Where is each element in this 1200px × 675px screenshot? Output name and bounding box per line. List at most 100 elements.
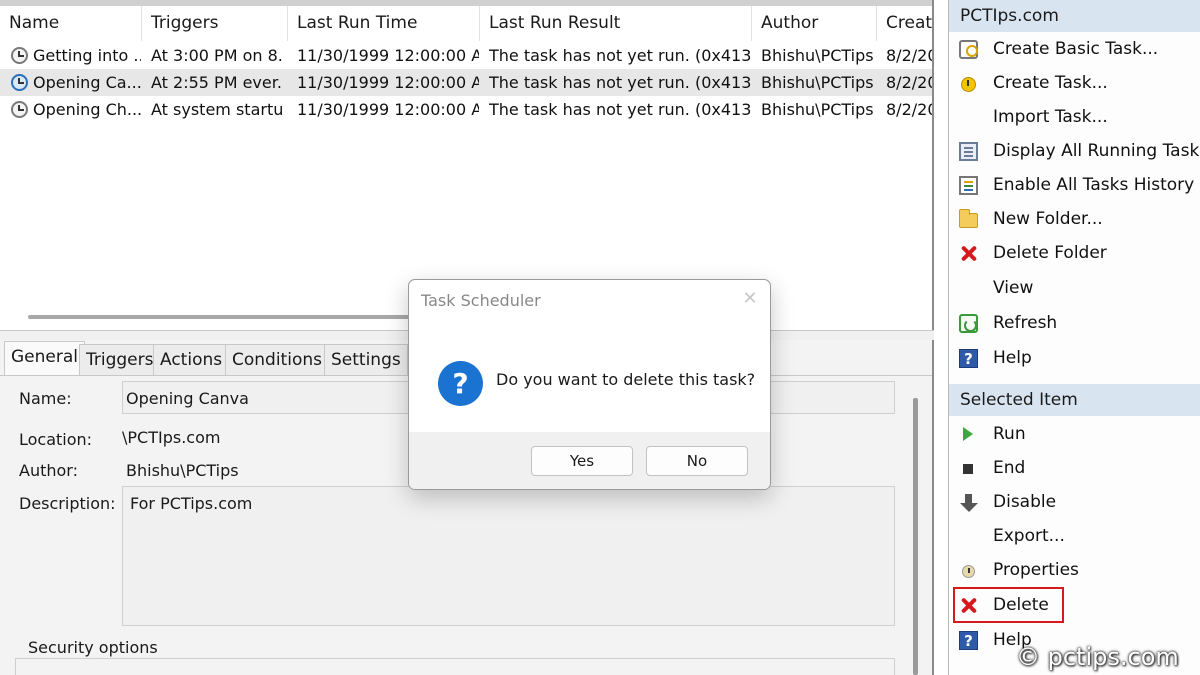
task-trigger: At 3:00 PM on 8...: [151, 46, 283, 65]
no-button[interactable]: No: [646, 446, 748, 476]
author-value: Bhishu\PCTips: [126, 461, 239, 480]
refresh-action[interactable]: Refresh: [949, 306, 1200, 340]
author-label: Author:: [19, 461, 78, 480]
display-running-tasks-icon: [959, 142, 978, 161]
security-options-group: [15, 658, 895, 675]
name-value: Opening Canva: [126, 389, 249, 408]
task-name: Opening Ch...: [33, 100, 141, 119]
refresh-icon: [959, 314, 978, 333]
new-folder-action[interactable]: New Folder...: [949, 202, 1200, 236]
disable-icon: [959, 493, 978, 512]
action-label: Disable: [993, 492, 1057, 512]
create-task-action[interactable]: Create Task...: [949, 66, 1200, 100]
description-value: For PCTips.com: [130, 494, 253, 513]
action-label: Help: [993, 348, 1032, 368]
dialog-title: Task Scheduler: [421, 291, 541, 310]
run-action[interactable]: Run: [949, 417, 1200, 451]
help-action[interactable]: ? Help: [949, 341, 1200, 375]
name-label: Name:: [19, 389, 72, 408]
action-label: Run: [993, 424, 1026, 444]
run-icon: [963, 427, 973, 441]
vertical-scrollbar[interactable]: [913, 398, 918, 675]
task-last-run: 11/30/1999 12:00:00 AM: [297, 73, 479, 92]
task-trigger: At system startup: [151, 100, 283, 119]
help-icon: ?: [959, 349, 978, 368]
delete-confirm-dialog: Task Scheduler ✕ ? Do you want to delete…: [408, 279, 771, 490]
column-header-author[interactable]: Author: [752, 6, 877, 41]
column-header-last-run-time[interactable]: Last Run Time: [288, 6, 480, 41]
actions-pane: PCTIps.com Create Basic Task... Create T…: [948, 0, 1200, 675]
task-created: 8/2/20: [886, 100, 932, 119]
action-label: Display All Running Tasks: [993, 141, 1200, 161]
disable-action[interactable]: Disable: [949, 485, 1200, 519]
task-result: The task has not yet run. (0x41303): [489, 46, 751, 65]
question-icon: ?: [438, 361, 483, 406]
action-label: Properties: [993, 560, 1079, 580]
end-action[interactable]: End: [949, 451, 1200, 485]
task-row-selected[interactable]: Opening Ca... At 2:55 PM ever... 11/30/1…: [0, 69, 932, 96]
tab-settings[interactable]: Settings: [324, 344, 408, 375]
view-action[interactable]: View: [949, 271, 1200, 305]
help-icon: ?: [959, 631, 978, 650]
action-label: Refresh: [993, 313, 1058, 333]
close-icon[interactable]: ✕: [739, 288, 761, 310]
column-header-triggers[interactable]: Triggers: [142, 6, 288, 41]
task-created: 8/2/20: [886, 46, 932, 65]
task-last-run: 11/30/1999 12:00:00 AM: [297, 100, 479, 119]
tab-triggers[interactable]: Triggers: [79, 344, 161, 375]
task-row[interactable]: Opening Ch... At system startup 11/30/19…: [0, 96, 932, 123]
action-label: Import Task...: [993, 107, 1108, 127]
display-running-tasks-action[interactable]: Display All Running Tasks: [949, 134, 1200, 168]
action-label: Create Task...: [993, 73, 1108, 93]
yes-button[interactable]: Yes: [531, 446, 633, 476]
task-clock-icon: [11, 74, 28, 91]
action-label: End: [993, 458, 1026, 478]
import-task-action[interactable]: Import Task...: [949, 100, 1200, 134]
create-basic-task-icon: [959, 40, 978, 59]
task-author: Bhishu\PCTips: [761, 46, 874, 65]
folder-section-header[interactable]: PCTIps.com: [949, 0, 1200, 32]
folder-icon: [959, 209, 978, 228]
end-icon: [963, 464, 973, 474]
task-created: 8/2/20: [886, 73, 932, 92]
action-label: Export...: [993, 526, 1065, 546]
properties-action[interactable]: Properties: [949, 553, 1200, 587]
delete-x-icon: [959, 244, 978, 263]
task-clock-icon: [11, 101, 28, 118]
enable-tasks-history-action[interactable]: Enable All Tasks History: [949, 168, 1200, 202]
task-result: The task has not yet run. (0x41303): [489, 73, 751, 92]
task-name: Getting into ...: [33, 46, 141, 65]
delete-folder-action[interactable]: Delete Folder: [949, 236, 1200, 270]
create-basic-task-action[interactable]: Create Basic Task...: [949, 32, 1200, 66]
task-author: Bhishu\PCTips: [761, 100, 874, 119]
task-last-run: 11/30/1999 12:00:00 AM: [297, 46, 479, 65]
task-clock-icon: [11, 47, 28, 64]
description-label: Description:: [19, 494, 116, 513]
security-options-label: Security options: [24, 638, 162, 657]
action-label: Delete Folder: [993, 243, 1107, 263]
location-label: Location:: [19, 430, 93, 449]
tab-general[interactable]: General: [4, 341, 85, 375]
action-label: Create Basic Task...: [993, 39, 1159, 59]
delete-highlight-box: [953, 587, 1064, 623]
action-label: New Folder...: [993, 209, 1103, 229]
watermark: © pctips.com: [1016, 643, 1179, 671]
column-header-last-run-result[interactable]: Last Run Result: [480, 6, 752, 41]
location-value: \PCTIps.com: [122, 428, 221, 447]
dialog-message: Do you want to delete this task?: [496, 370, 756, 389]
action-label: View: [993, 278, 1034, 298]
action-label: Enable All Tasks History: [993, 175, 1195, 195]
task-row[interactable]: Getting into ... At 3:00 PM on 8... 11/3…: [0, 42, 932, 69]
column-header-name[interactable]: Name: [0, 6, 142, 41]
column-header-created[interactable]: Create: [877, 6, 932, 41]
tab-conditions[interactable]: Conditions: [225, 344, 329, 375]
task-result: The task has not yet run. (0x41303): [489, 100, 751, 119]
create-task-icon: [959, 74, 978, 93]
tab-actions[interactable]: Actions: [153, 344, 230, 375]
task-name: Opening Ca...: [33, 73, 141, 92]
tasks-history-icon: [959, 176, 978, 195]
selected-item-section-header[interactable]: Selected Item: [949, 384, 1200, 416]
task-trigger: At 2:55 PM ever...: [151, 73, 283, 92]
task-author: Bhishu\PCTips: [761, 73, 874, 92]
export-action[interactable]: Export...: [949, 519, 1200, 553]
